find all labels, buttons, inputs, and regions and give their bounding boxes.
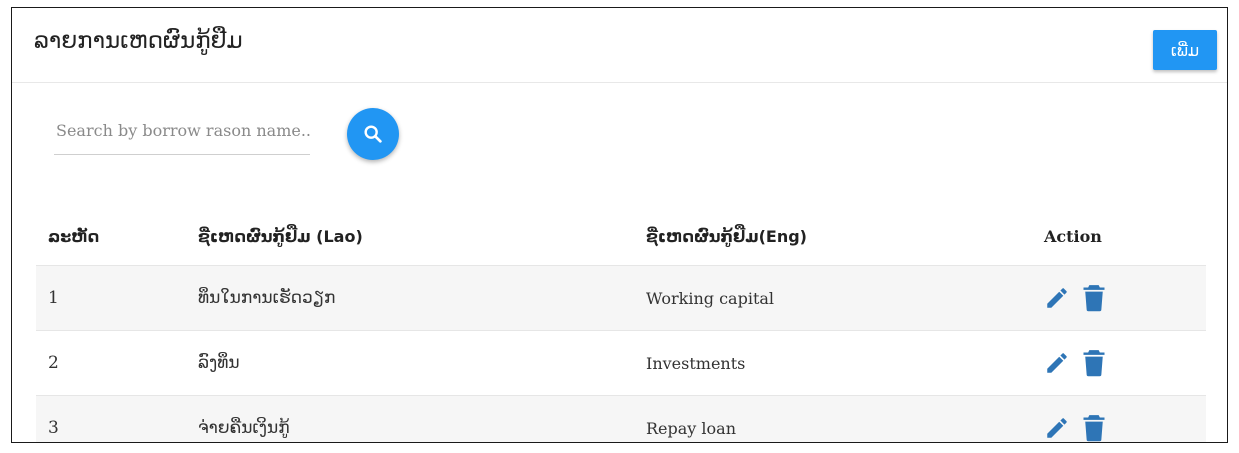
row-eng-name: Investments (646, 353, 746, 373)
table-row: 3 ຈ່າຍຄືນເງິນກູ້ Repay loan (36, 395, 1206, 442)
add-button[interactable]: ເພີ່ມ (1153, 30, 1217, 70)
borrow-reason-table: ລະຫັດ ຊື່ເຫດຜົນກູ້ຢືມ (Lao) ຊື່ເຫດຜົນກູ້… (36, 208, 1206, 442)
row-actions (1032, 284, 1206, 312)
row-lao-name: ລົງທຶນ (198, 353, 240, 373)
search-field (54, 108, 314, 155)
row-actions (1032, 349, 1206, 377)
row-actions (1032, 414, 1206, 442)
delete-icon[interactable] (1082, 414, 1106, 442)
table-header: ລະຫັດ ຊື່ເຫດຜົນກູ້ຢືມ (Lao) ຊື່ເຫດຜົນກູ້… (36, 208, 1206, 265)
delete-icon[interactable] (1082, 349, 1106, 377)
edit-icon[interactable] (1044, 415, 1070, 441)
row-id: 2 (48, 353, 59, 373)
delete-icon[interactable] (1082, 284, 1106, 312)
search-icon (364, 125, 382, 143)
col-header-code: ລະຫັດ (48, 227, 100, 246)
edit-icon[interactable] (1044, 350, 1070, 376)
row-lao-name: ທຶນໃນການເຮັດວຽກ (198, 288, 336, 308)
main-panel: ລາຍການເຫດຜົນກູ້ຢືມ ເພີ່ມ ລະຫັດ ຊື່ເຫດຜົນ… (11, 7, 1228, 443)
row-lao-name: ຈ່າຍຄືນເງິນກູ້ (198, 418, 290, 438)
row-eng-name: Repay loan (646, 418, 737, 438)
page-header: ລາຍການເຫດຜົນກູ້ຢືມ ເພີ່ມ (12, 8, 1227, 83)
row-eng-name: Working capital (646, 288, 775, 308)
search-input[interactable] (54, 108, 314, 152)
table-row: 2 ລົງທຶນ Investments (36, 330, 1206, 395)
col-header-lao-name: ຊື່ເຫດຜົນກູ້ຢືມ (Lao) (198, 227, 363, 246)
row-id: 1 (48, 288, 59, 308)
col-header-action: Action (1044, 227, 1102, 246)
page-title: ລາຍການເຫດຜົນກູ້ຢືມ (34, 28, 243, 54)
table-row: 1 ທຶນໃນການເຮັດວຽກ Working capital (36, 265, 1206, 330)
edit-icon[interactable] (1044, 285, 1070, 311)
search-button[interactable] (347, 108, 399, 160)
col-header-eng-name: ຊື່ເຫດຜົນກູ້ຢືມ(Eng) (646, 227, 807, 246)
row-id: 3 (48, 418, 59, 438)
